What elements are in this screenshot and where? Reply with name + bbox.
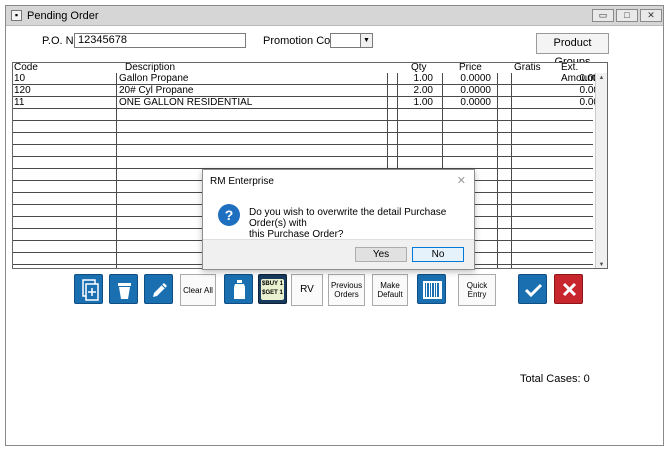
rv-button[interactable]: RV <box>291 274 323 306</box>
edit-line-button[interactable] <box>144 274 173 304</box>
col-header-price: Price <box>459 62 482 73</box>
grid-header: Code Description Qty Price Gratis Ext. A… <box>13 62 607 84</box>
window-title: Pending Order <box>27 10 99 22</box>
cell-price: 0.0000 <box>460 73 491 84</box>
edit-pencil-icon <box>153 283 167 297</box>
add-line-button[interactable] <box>74 274 103 304</box>
po-number-input[interactable]: 12345678 <box>74 33 246 48</box>
water-bottle-icon <box>234 280 245 299</box>
close-button[interactable]: ✕ <box>640 9 662 22</box>
col-header-gratis: Gratis <box>514 62 541 73</box>
delete-line-button[interactable] <box>109 274 138 304</box>
clear-all-button[interactable]: Clear All <box>180 274 216 306</box>
scroll-down-icon[interactable]: ▼ <box>596 260 607 268</box>
cancel-x-icon <box>562 282 577 297</box>
cell-qty: 1.00 <box>413 97 433 108</box>
question-icon: ? <box>218 204 240 226</box>
col-header-description: Description <box>125 62 176 73</box>
col-header-code: Code <box>14 62 38 73</box>
no-button[interactable]: No <box>412 247 464 262</box>
cell-price: 0.0000 <box>460 85 491 96</box>
cell-description: Gallon Propane <box>119 73 189 84</box>
cell-qty: 2.00 <box>413 85 433 96</box>
window-menu-icon[interactable]: ▪ <box>11 10 22 21</box>
checkmark-icon <box>524 283 543 298</box>
cancel-order-button[interactable] <box>554 274 583 304</box>
minimize-button[interactable]: ▭ <box>592 9 614 22</box>
trash-icon <box>118 283 131 299</box>
total-cases: Total Cases: 0 <box>520 373 590 385</box>
scroll-up-icon[interactable]: ▲ <box>596 73 607 83</box>
table-row[interactable] <box>13 109 593 121</box>
make-default-button[interactable]: Make Default <box>372 274 408 306</box>
get1-label: $GET 1 <box>262 290 283 296</box>
cell-description: 20# Cyl Propane <box>119 85 194 96</box>
table-row[interactable] <box>13 121 593 133</box>
cell-code: 10 <box>14 73 26 84</box>
dialog-footer: Yes No <box>203 239 474 269</box>
product-groups-button[interactable]: Product Groups <box>536 33 609 68</box>
maximize-button[interactable]: □ <box>616 9 638 22</box>
confirm-dialog: RM Enterprise ✕ ? Do you wish to overwri… <box>202 169 475 270</box>
table-row[interactable]: 10 Gallon Propane 1.00 0.0000 0.00 <box>13 73 599 85</box>
quick-entry-button[interactable]: Quick Entry <box>458 274 496 306</box>
chevron-down-icon[interactable]: ▼ <box>360 34 372 47</box>
add-document-icon <box>82 279 99 301</box>
water-bottle-button[interactable] <box>224 274 253 304</box>
table-row[interactable] <box>13 145 593 157</box>
table-row[interactable]: 11 ONE GALLON RESIDENTIAL 1.00 0.0000 0.… <box>13 97 599 109</box>
barcode-button[interactable] <box>417 274 446 304</box>
cell-description: ONE GALLON RESIDENTIAL <box>119 97 253 108</box>
promotion-code-select[interactable]: ▼ <box>330 33 373 48</box>
dialog-title: RM Enterprise <box>210 176 274 187</box>
pending-order-window: ▪ Pending Order ▭ □ ✕ P.O. No. 12345678 … <box>5 5 664 446</box>
buy1-get1-button[interactable]: $BUY 1 $GET 1 <box>258 274 287 304</box>
cell-code: 120 <box>14 85 31 96</box>
table-row[interactable]: 120 20# Cyl Propane 2.00 0.0000 0.00 <box>13 85 599 97</box>
col-header-qty: Qty <box>411 62 427 73</box>
dialog-message: Do you wish to overwrite the detail Purc… <box>249 207 447 240</box>
previous-orders-button[interactable]: Previous Orders <box>328 274 365 306</box>
cell-code: 11 <box>14 97 25 108</box>
title-bar: ▪ Pending Order ▭ □ ✕ <box>6 6 663 26</box>
table-row[interactable] <box>13 133 593 145</box>
confirm-order-button[interactable] <box>518 274 547 304</box>
buy1-label: $BUY 1 <box>262 281 283 287</box>
table-row[interactable] <box>13 157 593 169</box>
dialog-close-icon[interactable]: ✕ <box>457 174 466 187</box>
cell-price: 0.0000 <box>460 97 491 108</box>
vertical-scrollbar[interactable]: ▲ ▼ <box>595 73 607 268</box>
total-cases-value: 0 <box>583 373 590 385</box>
cell-qty: 1.00 <box>413 73 433 84</box>
barcode-icon <box>423 281 442 299</box>
total-cases-label: Total Cases: <box>520 373 581 385</box>
yes-button[interactable]: Yes <box>355 247 407 262</box>
